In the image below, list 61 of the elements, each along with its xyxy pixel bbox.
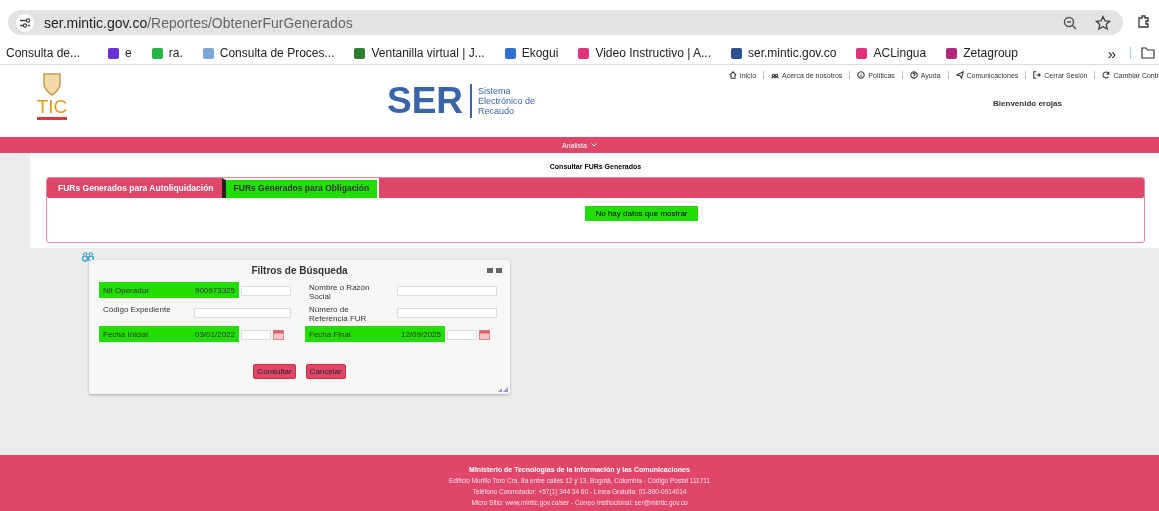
- bookmark-item[interactable]: Ventanilla virtual | J...: [354, 46, 485, 60]
- refresh-icon: [1102, 71, 1111, 79]
- address-bar[interactable]: ser.mintic.gov.co/Reportes/ObtenerFurGenerados: [8, 10, 1123, 35]
- shield-icon: [40, 71, 64, 97]
- bookmark-item[interactable]: ACLingua: [856, 46, 927, 60]
- exit-icon: [1033, 71, 1042, 79]
- sliders-icon[interactable]: [16, 13, 34, 32]
- brand-name: SER: [387, 84, 473, 118]
- more-bookmarks-button[interactable]: »: [1107, 44, 1116, 62]
- dialog-title: Filtros de Búsqueda: [251, 265, 348, 276]
- input-field[interactable]: [241, 330, 271, 340]
- question-icon: [909, 71, 918, 79]
- bookmark-icon: [504, 47, 516, 59]
- bookmark-item[interactable]: Consulta de Proces...: [202, 46, 335, 60]
- input-field[interactable]: [397, 286, 497, 296]
- bookmark-item[interactable]: Ekogui: [504, 46, 559, 60]
- bookmark-icon: [108, 47, 120, 59]
- bookmark-item[interactable]: ser.mintic.gov.co: [731, 46, 837, 60]
- calendar-icon[interactable]: [479, 330, 490, 340]
- bookmark-icon: [856, 47, 868, 59]
- input-field[interactable]: [397, 308, 497, 318]
- bookmark-icon: [946, 47, 958, 59]
- brand-subtitle: Sistema Electrónico de Recaudo: [478, 86, 537, 116]
- paper-plane-icon: [955, 71, 964, 79]
- calendar-icon[interactable]: [273, 330, 284, 340]
- empty-message: No hay datos que mostrar: [585, 206, 698, 221]
- bookmark-icon: [151, 47, 163, 59]
- field-label: Código Expediente: [102, 304, 172, 314]
- field-label: Nombre o Razón Social: [308, 282, 371, 301]
- input-field[interactable]: [194, 308, 291, 318]
- dialog-button[interactable]: Consultar: [253, 364, 296, 379]
- zoom-out-icon[interactable]: [1063, 15, 1077, 30]
- star-icon[interactable]: [1095, 14, 1111, 31]
- input-field[interactable]: [241, 286, 291, 296]
- folder-icon[interactable]: [1130, 47, 1155, 59]
- house-icon: [728, 71, 737, 79]
- bookmark-item[interactable]: Zetagroup: [946, 46, 1018, 60]
- bookmark-item[interactable]: Video Instructivo | A...: [578, 46, 711, 60]
- field-label: Número de Referencia FUR: [308, 304, 368, 323]
- tic-logo: TIC: [0, 65, 82, 137]
- bookmark-icon: [578, 47, 590, 59]
- input-field[interactable]: [447, 330, 477, 340]
- tab[interactable]: FURs Generados para Autoliquidación: [50, 178, 222, 198]
- info-icon: [857, 71, 866, 79]
- bookmark-item[interactable]: Consulta de...: [6, 46, 81, 60]
- binoculars-icon: [82, 252, 94, 262]
- bookmark-icon: [354, 47, 366, 59]
- bookmark-item[interactable]: ra.: [151, 46, 183, 60]
- welcome-text: Bienvenido erojas: [993, 99, 1062, 108]
- bookmark-icon: [202, 47, 214, 59]
- field-label: Fecha Final 12/09/2025: [305, 326, 445, 342]
- caret-icon[interactable]: [590, 143, 597, 147]
- url-text: ser.mintic.gov.co/Reportes/ObtenerFurGenerados: [44, 14, 354, 31]
- tab[interactable]: FURs Generados para Obligación: [221, 178, 380, 198]
- field-label: Nit Operador 900973325: [99, 282, 239, 298]
- dialog-button[interactable]: Cancelar: [305, 364, 346, 379]
- bookmark-icon: [731, 47, 742, 59]
- people-icon: [771, 71, 780, 79]
- extensions-icon[interactable]: [1137, 14, 1151, 28]
- bookmark-item[interactable]: e: [108, 46, 132, 60]
- field-label: Fecha Inicial 03/01/2022: [99, 326, 239, 342]
